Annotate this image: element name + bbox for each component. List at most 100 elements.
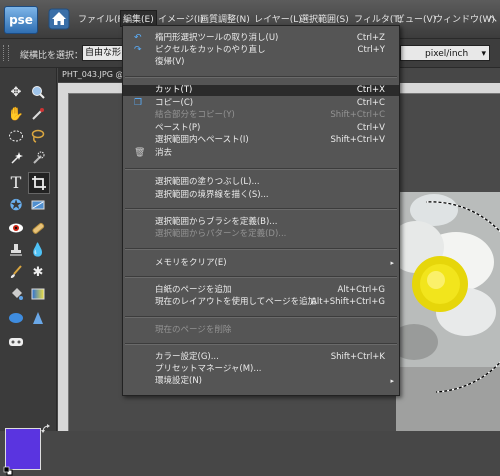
document-image[interactable] [396,192,500,431]
menu-item-shortcut: Ctrl+Z [356,33,385,43]
sharpen-tool[interactable] [28,308,48,328]
copy-icon: ❐ [134,98,143,108]
move-tool[interactable]: ✥ [6,82,26,102]
quick-selection-icon [33,151,45,164]
bandage-icon [32,222,45,234]
magic-wand-tool[interactable] [6,148,26,168]
menu-item-define-brush[interactable]: 選択範囲からブラシを定義(B)... [123,217,399,228]
marquee-tool[interactable] [6,126,26,146]
menu-item-label: 現在のレイアウトを使用してページを追加 [155,297,317,307]
menu-item-shortcut: Shift+Ctrl+C [330,110,385,120]
drop-icon: 💧 [29,242,47,258]
menu-item-delete-page[interactable]: 現在のページを削除 [123,325,399,336]
smart-brush-tool[interactable]: ✱ [28,262,48,282]
zoom-tool[interactable] [28,82,48,102]
straighten-icon [31,200,45,210]
menu-layer[interactable]: レイヤー(L) [254,12,302,25]
menu-item-label: ピクセルをカットのやり直し [155,45,266,55]
menu-view[interactable]: ビュー(V) [396,12,436,25]
menu-item-label: ペースト(P) [155,123,201,133]
clone-stamp-tool[interactable] [6,240,26,260]
menu-item-preferences[interactable]: 環境設定(N) ▸ [123,376,399,387]
cookie-cutter-tool[interactable]: ✪ [6,195,26,215]
menu-help[interactable]: ヘ [488,12,497,25]
eyedropper-tool[interactable] [28,104,48,124]
brush-tool[interactable] [6,262,26,282]
menu-item-color-settings[interactable]: カラー設定(G)... Shift+Ctrl+K [123,352,399,363]
type-icon: T [10,172,22,192]
grip-handle[interactable] [3,45,9,61]
menu-item-shortcut: Alt+Shift+Ctrl+G [311,297,385,307]
menu-item-paste-into-selection[interactable]: 選択範囲内へペースト(I) Shift+Ctrl+V [123,135,399,146]
menu-select[interactable]: 選択範囲(S) [300,12,349,25]
gradient-icon [31,288,45,300]
toolbox: ✥ ✋ T ✪ 💧 ✱ [0,68,57,476]
default-colors-icon[interactable] [3,466,13,476]
edit-menu-dropdown: ↶ 楕円形選択ツールの取り消し(U) Ctrl+Z ↷ ピクセルをカットのやり直… [122,25,400,396]
quick-selection-tool[interactable] [28,148,48,168]
menu-file[interactable]: ファイル(F) [78,12,126,25]
shape-tool[interactable] [6,308,26,328]
app-logo: pse [4,6,38,34]
menu-item-shortcut: Shift+Ctrl+K [330,352,385,362]
menu-item-label: 復帰(V) [155,57,185,67]
flower-photo [396,192,500,431]
menu-item-add-blank-page[interactable]: 白紙のページを追加 Alt+Ctrl+G [123,285,399,296]
menu-item-add-page-current-layout[interactable]: 現在のレイアウトを使用してページを追加 Alt+Shift+Ctrl+G [123,297,399,308]
ellipse-marquee-icon [9,130,23,142]
menu-item-label: 環境設定(N) [155,376,202,386]
menu-separator [125,316,397,318]
home-button[interactable] [48,8,70,30]
lasso-icon [31,129,45,143]
menu-item-copy[interactable]: ❐ コピー(C) Ctrl+C [123,98,399,109]
menu-item-delete[interactable]: 🗑 消去 [123,148,399,159]
menu-item-label: 選択範囲の境界線を描く(S)... [155,190,269,200]
menu-item-label: 現在のページを削除 [155,325,232,335]
menu-item-shortcut: Alt+Ctrl+G [337,285,385,295]
menu-window[interactable]: ウィンドウ(W) [434,12,495,25]
red-eye-tool[interactable] [6,218,26,238]
ellipse-shape-icon [9,313,23,323]
sharpen-icon [33,312,43,324]
crop-tool[interactable] [28,172,50,194]
menu-item-label: メモリをクリア(E) [155,258,227,268]
menu-item-fill-selection[interactable]: 選択範囲の塗りつぶし(L)... [123,177,399,188]
swap-colors-icon[interactable] [41,424,51,434]
crop-icon [32,176,46,190]
blur-tool[interactable]: 💧 [28,240,48,260]
menu-item-paste[interactable]: ペースト(P) Ctrl+V [123,123,399,134]
trash-icon: 🗑 [134,148,146,158]
gradient-tool[interactable] [28,284,48,304]
chevron-down-icon: ▾ [481,49,486,59]
resolution-unit-select[interactable]: pixel/inch ▾ [400,45,490,61]
menu-enhance[interactable]: 画質調整(N) [200,12,250,25]
menu-item-label: カット(T) [155,85,193,95]
menu-item-label: カラー設定(G)... [155,352,219,362]
menu-item-revert[interactable]: 復帰(V) [123,57,399,68]
hand-tool[interactable]: ✋ [6,104,26,124]
menu-item-redo[interactable]: ↷ ピクセルをカットのやり直し Ctrl+Y [123,45,399,56]
menu-item-cut[interactable]: カット(T) Ctrl+X [123,85,399,96]
vertical-ruler [58,93,69,431]
menu-item-label: 結合部分をコピー(Y) [155,110,235,120]
menu-separator [125,76,397,78]
type-tool[interactable]: T [6,172,26,192]
sponge-tool[interactable] [6,332,26,352]
menu-item-undo[interactable]: ↶ 楕円形選択ツールの取り消し(U) Ctrl+Z [123,33,399,44]
menu-item-stroke-selection[interactable]: 選択範囲の境界線を描く(S)... [123,190,399,201]
submenu-arrow-icon: ▸ [390,259,394,267]
menu-item-copy-merged[interactable]: 結合部分をコピー(Y) Shift+Ctrl+C [123,110,399,121]
foreground-color-swatch[interactable] [5,428,41,470]
menu-item-preset-manager[interactable]: プリセットマネージャ(M)... [123,364,399,375]
paint-bucket-tool[interactable] [6,284,26,304]
menu-image[interactable]: イメージ(I) [158,12,204,25]
menu-item-define-pattern[interactable]: 選択範囲からパターンを定義(D)... [123,229,399,240]
document-tab[interactable]: PHT_043.JPG @ [58,68,130,82]
menu-separator [125,276,397,278]
menu-item-shortcut: Ctrl+Y [357,45,385,55]
healing-brush-tool[interactable] [28,218,48,238]
straighten-tool[interactable] [28,195,48,215]
menu-item-purge[interactable]: メモリをクリア(E) ▸ [123,258,399,269]
menu-item-label: 選択範囲内へペースト(I) [155,135,249,145]
lasso-tool[interactable] [28,126,48,146]
